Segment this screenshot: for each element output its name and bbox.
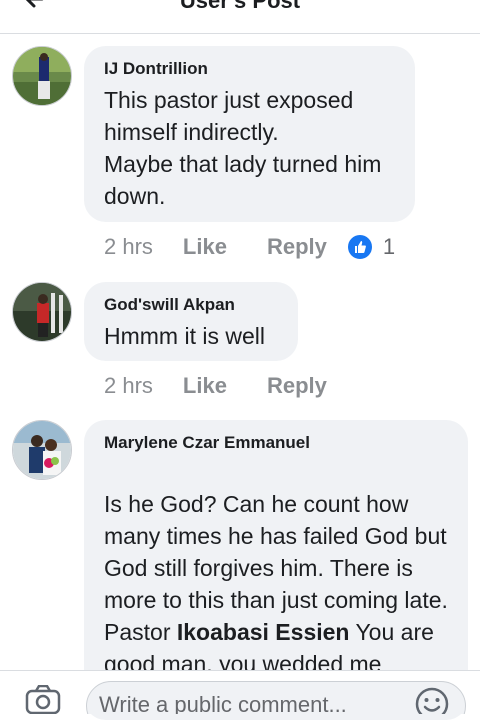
like-button[interactable]: Like [183,373,227,399]
comment-author[interactable]: IJ Dontrillion [104,58,395,80]
camera-icon[interactable] [25,684,61,714]
comment-author[interactable]: Marylene Czar Emmanuel [104,432,448,454]
reply-button[interactable]: Reply [267,234,327,260]
comment-timestamp[interactable]: 2 hrs [104,234,153,260]
comment-actions: 2 hrs Like Reply 1 [104,232,395,262]
comment-text: Is he God? Can he count how many times h… [104,488,448,680]
avatar[interactable] [12,420,72,480]
reply-button[interactable]: Reply [267,373,327,399]
comment-actions: 2 hrs Like Reply [104,371,347,401]
avatar[interactable] [12,46,72,106]
comment-author[interactable]: God'swill Akpan [104,294,278,316]
thumbs-up-icon[interactable] [346,234,373,260]
comment-text: This pastor just exposed himself indirec… [104,87,382,209]
comment-composer: Write a public comment... [0,670,480,714]
comment-text: Hmmm it is well [104,323,265,349]
smiley-icon[interactable] [415,687,449,714]
comment-bubble: God'swill Akpan Hmmm it is well [84,282,298,361]
avatar[interactable] [12,282,72,342]
like-button[interactable]: Like [183,234,227,260]
mention-link[interactable]: Ikoabasi Essien [177,619,350,645]
page-title: User's Post [179,0,301,13]
reaction-count[interactable]: 1 [383,234,395,260]
comment-timestamp[interactable]: 2 hrs [104,373,153,399]
top-bar: User's Post [0,0,480,34]
comment-input[interactable]: Write a public comment... [86,681,466,714]
comment-bubble: IJ Dontrillion This pastor just exposed … [84,46,415,222]
